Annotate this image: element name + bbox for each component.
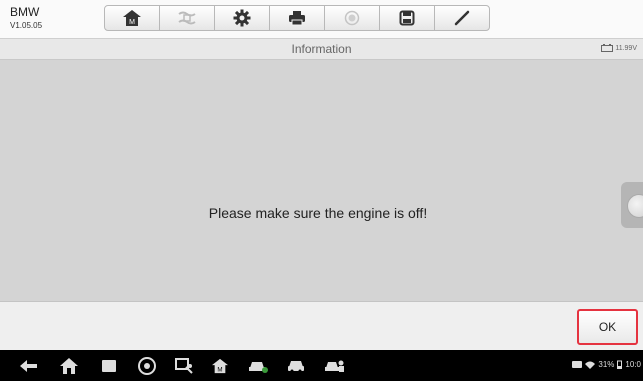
back-icon[interactable] xyxy=(18,355,40,377)
ok-button[interactable]: OK xyxy=(577,309,638,345)
action-bar: OK xyxy=(0,301,643,351)
battery-icon xyxy=(617,360,623,369)
chrome-icon[interactable] xyxy=(136,355,158,377)
svg-text:M: M xyxy=(129,19,135,26)
app-window: BMW V1.05.05 M Information 11.99V Please… xyxy=(0,0,643,351)
toolbar: M xyxy=(104,5,490,31)
vehicle-swap-icon xyxy=(178,11,196,25)
info-message: Please make sure the engine is off! xyxy=(208,205,428,221)
vehicle-swap-button[interactable] xyxy=(159,5,215,31)
car-icon[interactable] xyxy=(285,355,307,377)
save-icon xyxy=(399,10,415,26)
pen-icon xyxy=(454,10,470,26)
brand-name: BMW xyxy=(10,5,40,19)
floating-ball-icon xyxy=(627,194,643,218)
software-version: V1.05.05 xyxy=(10,21,43,30)
print-button[interactable] xyxy=(269,5,325,31)
title-bar: Information 11.99V xyxy=(0,39,643,60)
voltage-value: 11.99V xyxy=(615,44,637,52)
android-nav-bar: M 31% 10:0 xyxy=(0,350,643,381)
battery-percent: 31% xyxy=(598,360,615,369)
svg-text:M: M xyxy=(217,366,222,373)
help-icon xyxy=(344,10,360,26)
settings-button[interactable] xyxy=(214,5,270,31)
print-icon xyxy=(289,11,305,26)
remote-icon[interactable] xyxy=(324,355,346,377)
save-button[interactable] xyxy=(379,5,435,31)
autel-home-icon[interactable]: M xyxy=(209,355,231,377)
home-icon[interactable] xyxy=(58,355,80,377)
settings-gear-icon xyxy=(233,9,251,27)
clock: 10:0 xyxy=(625,360,641,369)
battery-voltage: 11.99V xyxy=(601,44,637,52)
home-icon: M xyxy=(123,10,141,26)
vehicle-icon[interactable] xyxy=(247,355,269,377)
floating-side-handle[interactable] xyxy=(621,182,643,228)
screen-capture-icon[interactable] xyxy=(173,355,195,377)
message-icon xyxy=(572,360,583,368)
wifi-icon xyxy=(585,361,596,369)
home-button[interactable]: M xyxy=(104,5,160,31)
page-title: Information xyxy=(291,42,352,56)
car-battery-icon xyxy=(601,44,614,52)
pen-button[interactable] xyxy=(434,5,490,31)
help-button[interactable] xyxy=(324,5,380,31)
top-bar: BMW V1.05.05 M xyxy=(0,0,643,39)
status-area: 31% 10:0 xyxy=(572,360,641,369)
brand-block: BMW V1.05.05 xyxy=(10,5,43,31)
recent-apps-icon[interactable] xyxy=(98,355,120,377)
